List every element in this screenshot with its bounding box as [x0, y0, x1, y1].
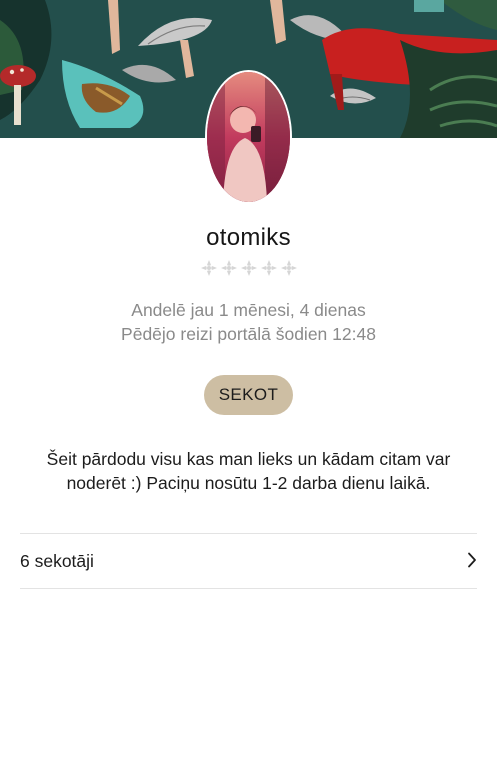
ornament-star-icon	[220, 259, 238, 277]
divider	[20, 533, 477, 534]
member-since: Andelē jau 1 mēnesi, 4 dienas	[131, 300, 366, 320]
username: otomiks	[206, 224, 291, 251]
ornament-star-icon	[280, 259, 298, 277]
last-seen: Pēdējo reizi portālā šodien 12:48	[121, 324, 376, 344]
followers-count: 6 sekotāji	[20, 551, 94, 571]
ornament-star-icon	[240, 259, 258, 277]
avatar	[207, 72, 290, 202]
follow-button[interactable]: SEKOT	[204, 375, 293, 415]
rating	[0, 259, 497, 277]
chevron-right-icon	[467, 552, 477, 573]
followers-row[interactable]: 6 sekotāji	[20, 535, 477, 587]
ornament-star-icon	[260, 259, 278, 277]
divider	[20, 588, 477, 589]
ornament-star-icon	[200, 259, 218, 277]
member-info: Andelē jau 1 mēnesi, 4 dienas Pēdējo rei…	[0, 298, 497, 346]
profile-bio: Šeit pārdodu visu kas man lieks un kādam…	[46, 449, 451, 493]
